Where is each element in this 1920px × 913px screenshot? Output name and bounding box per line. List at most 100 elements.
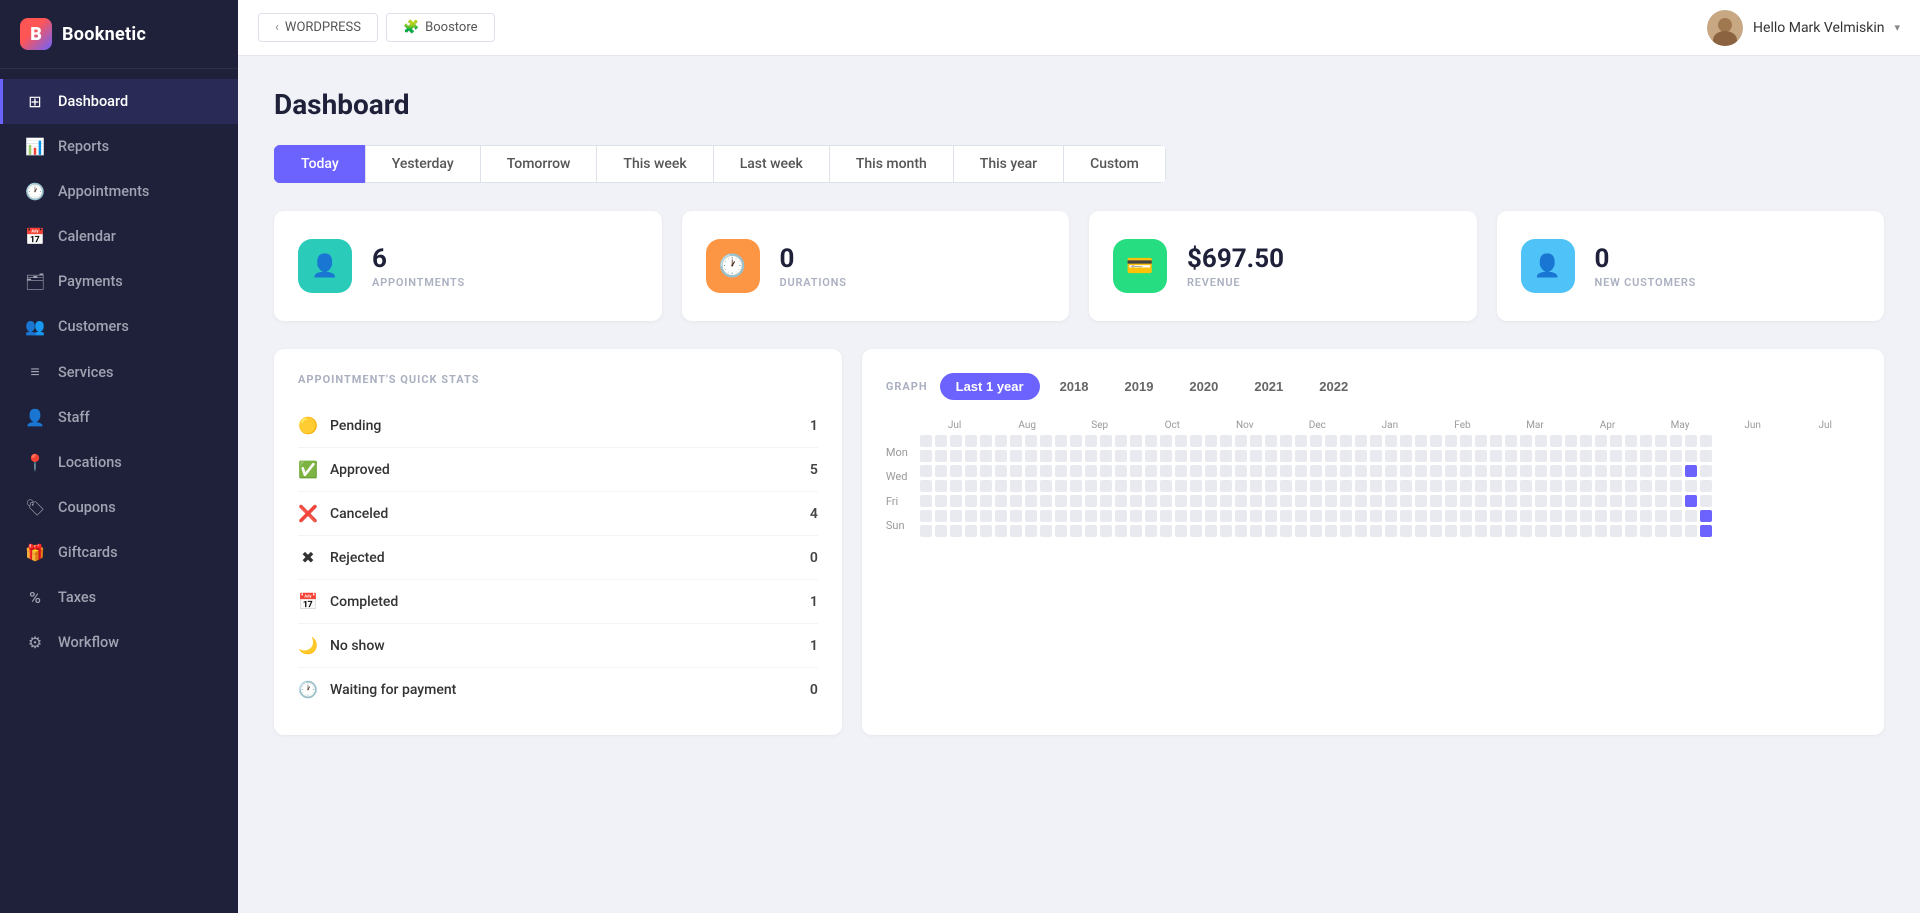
heatmap-cell bbox=[1580, 495, 1592, 507]
heatmap-cell bbox=[1205, 435, 1217, 447]
heatmap-cell bbox=[1280, 510, 1292, 522]
heatmap-cell bbox=[1265, 450, 1277, 462]
heatmap-cell bbox=[1340, 510, 1352, 522]
sidebar-item-payments[interactable]: 🗂 Payments bbox=[0, 259, 238, 304]
time-tab-this-week[interactable]: This week bbox=[596, 145, 712, 183]
quick-stat-label: Waiting for payment bbox=[330, 682, 456, 698]
reports-icon: 📊 bbox=[25, 137, 45, 156]
graph-tab-2020[interactable]: 2020 bbox=[1173, 373, 1234, 400]
heatmap-cell bbox=[1250, 480, 1262, 492]
sidebar-item-appointments[interactable]: 🕐 Appointments bbox=[0, 169, 238, 214]
heatmap-cell bbox=[1700, 480, 1712, 492]
heatmap-cell bbox=[1340, 480, 1352, 492]
heatmap-cell bbox=[1190, 525, 1202, 537]
heatmap-cell bbox=[1505, 480, 1517, 492]
sidebar-item-giftcards[interactable]: 🎁 Giftcards bbox=[0, 530, 238, 575]
heatmap-cell bbox=[1475, 465, 1487, 477]
month-label: Feb bbox=[1428, 420, 1498, 431]
heatmap-cell bbox=[1250, 495, 1262, 507]
stat-icon-1: 🕐 bbox=[706, 239, 760, 293]
time-tab-today[interactable]: Today bbox=[274, 145, 365, 183]
heatmap-cell bbox=[1325, 525, 1337, 537]
heatmap-cell bbox=[1520, 495, 1532, 507]
time-tab-yesterday[interactable]: Yesterday bbox=[365, 145, 480, 183]
heatmap-col bbox=[1220, 435, 1232, 537]
locations-icon: 📍 bbox=[25, 453, 45, 472]
heatmap-cell bbox=[1010, 465, 1022, 477]
sidebar-item-services[interactable]: ≡ Services bbox=[0, 349, 238, 395]
quick-stat-approved: ✅ Approved 5 bbox=[298, 448, 818, 492]
graph-tab-2021[interactable]: 2021 bbox=[1238, 373, 1299, 400]
heatmap-cell bbox=[1580, 480, 1592, 492]
heatmap-cell bbox=[1310, 525, 1322, 537]
sidebar-item-coupons[interactable]: 🏷 Coupons bbox=[0, 485, 238, 530]
sidebar-item-workflow[interactable]: ⚙ Workflow bbox=[0, 620, 238, 665]
heatmap-cell bbox=[1490, 465, 1502, 477]
heatmap-cell bbox=[1625, 450, 1637, 462]
heatmap-cell bbox=[1700, 525, 1712, 537]
stat-value-3: 0 bbox=[1595, 244, 1697, 274]
sidebar-item-customers[interactable]: 👥 Customers bbox=[0, 304, 238, 349]
time-tab-last-week[interactable]: Last week bbox=[713, 145, 829, 183]
topbar-tab-wordpress[interactable]: ‹ WORDPRESS bbox=[258, 13, 378, 42]
heatmap-col bbox=[1040, 435, 1052, 537]
graph-tab-last-1-year[interactable]: Last 1 year bbox=[940, 373, 1040, 400]
heatmap-cell bbox=[1595, 480, 1607, 492]
stat-value-2: $697.50 bbox=[1187, 244, 1284, 274]
quick-stat-icon: 🌙 bbox=[298, 636, 318, 655]
heatmap-cell bbox=[1565, 495, 1577, 507]
heatmap-col bbox=[980, 435, 992, 537]
heatmap-cell bbox=[1400, 525, 1412, 537]
heatmap-cell bbox=[1640, 510, 1652, 522]
user-area[interactable]: Hello Mark Velmiskin ▾ bbox=[1707, 10, 1900, 46]
sidebar-item-reports[interactable]: 📊 Reports bbox=[0, 124, 238, 169]
heatmap-cell bbox=[1670, 495, 1682, 507]
heatmap-cell bbox=[1505, 510, 1517, 522]
calendar-icon: 📅 bbox=[25, 227, 45, 246]
sidebar-item-calendar[interactable]: 📅 Calendar bbox=[0, 214, 238, 259]
heatmap-cell bbox=[1235, 510, 1247, 522]
heatmap-cell bbox=[1700, 465, 1712, 477]
topbar-tab-boostore[interactable]: 🧩 Boostore bbox=[386, 13, 495, 42]
heatmap-cell bbox=[1085, 495, 1097, 507]
heatmap-cell bbox=[1610, 450, 1622, 462]
heatmap-cell bbox=[1010, 525, 1022, 537]
graph-tab-2022[interactable]: 2022 bbox=[1303, 373, 1364, 400]
sidebar-item-locations[interactable]: 📍 Locations bbox=[0, 440, 238, 485]
heatmap-cell bbox=[1205, 510, 1217, 522]
heatmap-cell bbox=[1010, 480, 1022, 492]
stat-icon-0: 👤 bbox=[298, 239, 352, 293]
sidebar-item-dashboard[interactable]: ⊞ Dashboard bbox=[0, 79, 238, 124]
heatmap-cell bbox=[1685, 435, 1697, 447]
quick-stat-completed: 📅 Completed 1 bbox=[298, 580, 818, 624]
time-tab-tomorrow[interactable]: Tomorrow bbox=[480, 145, 597, 183]
graph-tab-2018[interactable]: 2018 bbox=[1044, 373, 1105, 400]
heatmap-cell bbox=[1475, 495, 1487, 507]
heatmap-cell bbox=[1385, 510, 1397, 522]
graph-tab-2019[interactable]: 2019 bbox=[1109, 373, 1170, 400]
graph-tabs: Last 1 year20182019202020212022 bbox=[940, 373, 1365, 400]
heatmap-cell bbox=[1685, 510, 1697, 522]
heatmap-cell bbox=[1355, 525, 1367, 537]
heatmap-cell bbox=[1535, 525, 1547, 537]
heatmap-cell bbox=[1205, 525, 1217, 537]
sidebar-item-taxes[interactable]: % Taxes bbox=[0, 575, 238, 620]
heatmap-col bbox=[920, 435, 932, 537]
customers-icon: 👥 bbox=[25, 317, 45, 336]
heatmap-cell bbox=[1145, 465, 1157, 477]
heatmap-cell bbox=[935, 495, 947, 507]
time-tab-custom[interactable]: Custom bbox=[1063, 145, 1166, 183]
heatmap-cell bbox=[1145, 480, 1157, 492]
sidebar-item-staff[interactable]: 👤 Staff bbox=[0, 395, 238, 440]
month-label: Jun bbox=[1718, 420, 1788, 431]
heatmap-cell bbox=[1460, 480, 1472, 492]
quick-stat-icon: 🟡 bbox=[298, 416, 318, 435]
heatmap-cell bbox=[995, 465, 1007, 477]
heatmap-cell bbox=[980, 435, 992, 447]
time-tab-this-year[interactable]: This year bbox=[953, 145, 1063, 183]
heatmap-cell bbox=[1025, 525, 1037, 537]
time-tab-this-month[interactable]: This month bbox=[829, 145, 953, 183]
heatmap-cell bbox=[1205, 450, 1217, 462]
heatmap-cell bbox=[1580, 510, 1592, 522]
heatmap-col bbox=[935, 435, 947, 537]
